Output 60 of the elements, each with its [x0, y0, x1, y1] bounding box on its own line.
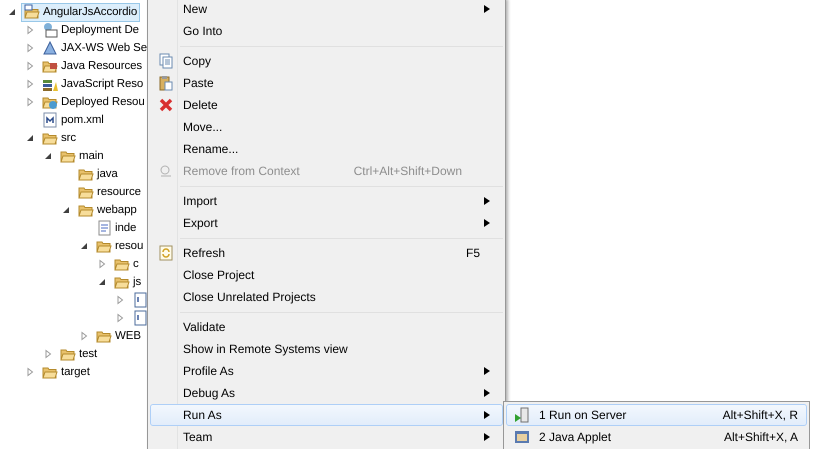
tree-item[interactable]: resource	[75, 182, 144, 202]
submenu-arrow-icon	[484, 411, 490, 419]
menu-item[interactable]: New	[150, 0, 503, 20]
menu-item[interactable]: 2 Java Applet Alt+Shift+X, A	[506, 426, 807, 448]
tree-item[interactable]: Java Resources	[39, 56, 146, 76]
tree-item[interactable]: resou	[93, 236, 146, 256]
menu-item[interactable]: Validate	[150, 316, 503, 338]
menu-item[interactable]: Copy	[150, 50, 503, 72]
submenu-arrow-icon	[484, 367, 490, 375]
tree-item[interactable]: JAX-WS Web Se	[39, 38, 150, 58]
tree-item[interactable]: JavaScript Reso	[39, 74, 146, 94]
maven-file-icon	[42, 112, 58, 128]
submenu-arrow-icon	[484, 5, 490, 13]
copy-icon	[158, 53, 174, 69]
menu-item[interactable]: Debug As	[150, 382, 503, 404]
menu-item[interactable]: Close Unrelated Projects	[150, 286, 503, 308]
tree-item[interactable]: src	[39, 128, 80, 148]
submenu-arrow-icon	[484, 197, 490, 205]
menu-item[interactable]: Move...	[150, 116, 503, 138]
menu-item[interactable]: Show in Remote Systems view	[150, 338, 503, 360]
delete-icon	[158, 97, 174, 113]
submenu-arrow-icon	[484, 219, 490, 227]
menu-item[interactable]: Export	[150, 212, 503, 234]
tree-item[interactable]: java	[75, 164, 121, 184]
script-file-icon	[132, 292, 148, 308]
tree-item[interactable]: main	[57, 146, 107, 166]
tree-item[interactable]: WEB	[93, 326, 144, 346]
submenu-arrow-icon	[484, 389, 490, 397]
tree-item[interactable]: pom.xml	[39, 110, 107, 130]
menu-item[interactable]: Paste	[150, 72, 503, 94]
menu-item[interactable]: Import	[150, 190, 503, 212]
menu-item[interactable]: 1 Run on Server Alt+Shift+X, R	[506, 404, 807, 426]
tree-item[interactable]: webapp	[75, 200, 140, 220]
menu-item[interactable]: Profile As	[150, 360, 503, 382]
tree-item[interactable]: js	[111, 272, 144, 292]
tree-item[interactable]: target	[39, 362, 93, 382]
menu-item[interactable]: Team	[150, 426, 503, 448]
paste-icon	[158, 75, 174, 91]
refresh-icon	[158, 245, 174, 261]
tree-item[interactable]: test	[57, 344, 100, 364]
run-server-icon	[514, 407, 530, 423]
menu-item[interactable]: Delete	[150, 94, 503, 116]
menu-item[interactable]: Run As	[150, 404, 503, 426]
menu-item[interactable]: Refresh F5	[150, 242, 503, 264]
project-icon	[24, 4, 40, 20]
submenu-arrow-icon	[484, 433, 490, 441]
tree-item[interactable]: Deployment De	[39, 20, 142, 40]
script-file-icon	[132, 310, 148, 326]
menu-item[interactable]: Go Into	[150, 20, 503, 42]
descriptor-icon	[42, 22, 58, 38]
web-service-icon	[42, 40, 58, 56]
web-file-icon	[96, 220, 112, 236]
applet-icon	[514, 429, 530, 445]
tree-item[interactable]: AngularJsAccordio	[21, 2, 140, 22]
tree-item[interactable]: c	[111, 254, 142, 274]
tree-item[interactable]: Deployed Resou	[39, 92, 148, 112]
tree-item[interactable]: inde	[93, 218, 140, 238]
context-icon	[158, 163, 174, 179]
menu-item[interactable]: Rename...	[150, 138, 503, 160]
menu-item[interactable]: Close Project	[150, 264, 503, 286]
